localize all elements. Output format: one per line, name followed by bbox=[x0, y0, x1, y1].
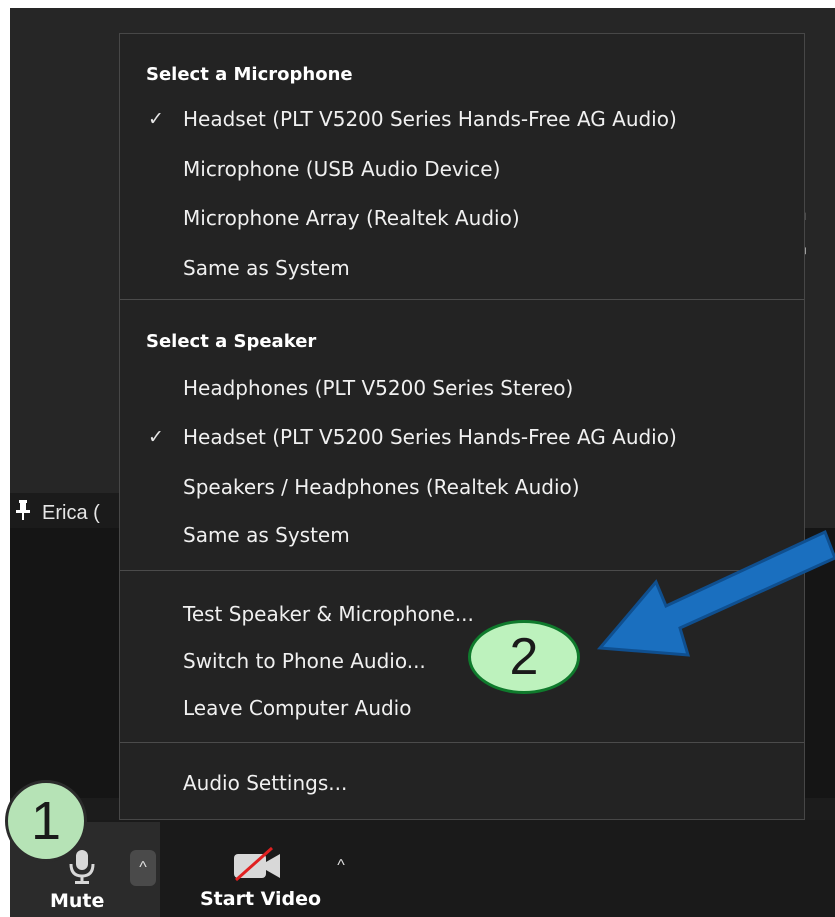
menu-divider bbox=[120, 299, 804, 300]
menu-item-label: Microphone (USB Audio Device) bbox=[183, 157, 501, 181]
video-off-icon bbox=[234, 846, 280, 882]
menu-divider bbox=[120, 742, 804, 743]
menu-item-label: Test Speaker & Microphone... bbox=[183, 602, 474, 626]
chevron-up-icon: ^ bbox=[139, 859, 147, 876]
menu-item-label: Switch to Phone Audio... bbox=[183, 649, 426, 673]
meeting-toolbar: ^ Mute ^ Start Video bbox=[10, 820, 835, 917]
annotation-badge-1: 1 bbox=[5, 780, 87, 862]
menu-item-label: Headset (PLT V5200 Series Hands-Free AG … bbox=[183, 107, 677, 131]
annotation-badge-2: 2 bbox=[468, 620, 580, 694]
chevron-up-icon: ^ bbox=[337, 857, 345, 874]
video-options-caret-button[interactable]: ^ bbox=[328, 848, 354, 884]
pin-icon bbox=[16, 500, 30, 526]
checkmark-icon: ✓ bbox=[148, 426, 164, 448]
menu-item-speaker-headset[interactable]: ✓ Headset (PLT V5200 Series Hands-Free A… bbox=[120, 414, 804, 460]
mute-label: Mute bbox=[50, 890, 105, 912]
menu-item-microphone-same-as-system[interactable]: Same as System bbox=[120, 245, 804, 291]
menu-item-label: Leave Computer Audio bbox=[183, 696, 412, 720]
menu-item-label: Speakers / Headphones (Realtek Audio) bbox=[183, 475, 580, 499]
annotation-arrow bbox=[596, 529, 835, 657]
menu-item-microphone-headset[interactable]: ✓ Headset (PLT V5200 Series Hands-Free A… bbox=[120, 96, 804, 142]
menu-item-label: Microphone Array (Realtek Audio) bbox=[183, 206, 520, 230]
menu-item-speaker-headphones[interactable]: Headphones (PLT V5200 Series Stereo) bbox=[120, 365, 804, 411]
menu-item-leave-computer-audio[interactable]: Leave Computer Audio bbox=[120, 685, 804, 731]
menu-item-label: Headset (PLT V5200 Series Hands-Free AG … bbox=[183, 425, 677, 449]
menu-item-label: Same as System bbox=[183, 523, 350, 547]
audio-options-caret-button[interactable]: ^ bbox=[130, 850, 156, 886]
start-video-label: Start Video bbox=[200, 888, 322, 910]
menu-item-label: Same as System bbox=[183, 256, 350, 280]
microphone-section-header: Select a Microphone bbox=[146, 64, 353, 85]
app-window: t Erica ( bbox=[0, 0, 835, 917]
menu-item-label: Audio Settings... bbox=[183, 771, 348, 795]
menu-item-label: Headphones (PLT V5200 Series Stereo) bbox=[183, 376, 574, 400]
menu-item-microphone-array[interactable]: Microphone Array (Realtek Audio) bbox=[120, 195, 804, 241]
menu-item-speaker-realtek[interactable]: Speakers / Headphones (Realtek Audio) bbox=[120, 464, 804, 510]
speaker-section-header: Select a Speaker bbox=[146, 331, 317, 352]
audio-options-menu: Select a Microphone ✓ Headset (PLT V5200… bbox=[119, 33, 805, 820]
participant-name-tag: Erica ( bbox=[10, 493, 130, 533]
checkmark-icon: ✓ bbox=[148, 108, 164, 130]
menu-item-audio-settings[interactable]: Audio Settings... bbox=[120, 760, 804, 806]
menu-item-microphone-usb[interactable]: Microphone (USB Audio Device) bbox=[120, 146, 804, 192]
participant-name: Erica ( bbox=[42, 501, 100, 524]
